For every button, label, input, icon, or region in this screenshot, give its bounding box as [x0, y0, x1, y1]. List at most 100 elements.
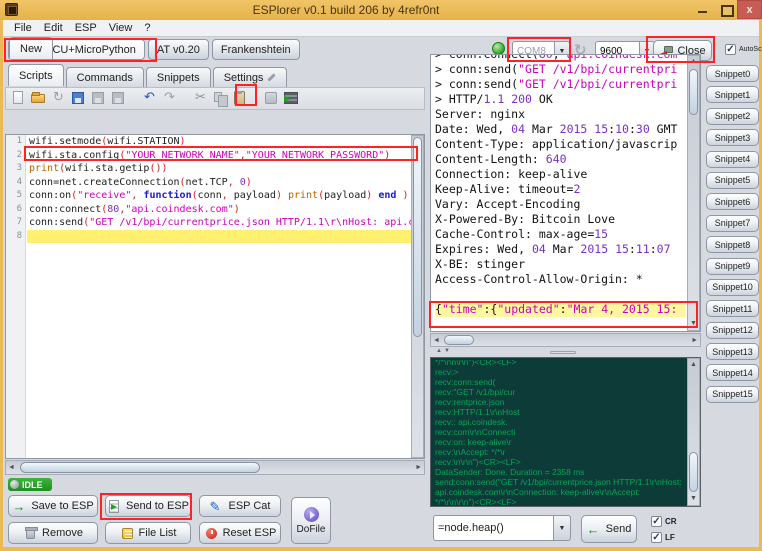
snippet-button-14[interactable]: Snippet14: [706, 364, 759, 381]
snippet-button-0[interactable]: Snippet0: [706, 65, 759, 82]
save-as-icon[interactable]: [90, 90, 107, 107]
left-tab-commands[interactable]: Commands: [66, 67, 144, 87]
undo-icon[interactable]: ↶: [141, 90, 158, 107]
cut-icon[interactable]: ✂: [192, 90, 209, 107]
editor-vertical-scrollbar[interactable]: [411, 135, 424, 458]
close-window-button[interactable]: [737, 0, 762, 19]
new-file-icon[interactable]: [10, 90, 27, 107]
upload-icon[interactable]: [263, 90, 280, 107]
log-line: recv:conn:send(: [435, 377, 686, 387]
editor-file-tab[interactable]: New: [9, 37, 53, 59]
code-line-1: wifi.setmode(wifi.STATION): [27, 135, 411, 149]
remove-button[interactable]: Remove: [8, 522, 98, 544]
log-line: send:conn:send("GET /v1/bpi/currentprice…: [435, 477, 686, 487]
dofile-label: DoFile: [297, 524, 326, 535]
snippet-button-15[interactable]: Snippet15: [706, 386, 759, 403]
menu-item-edit[interactable]: Edit: [39, 21, 68, 35]
redo-icon[interactable]: ↷: [161, 90, 178, 107]
menu-item-file[interactable]: File: [9, 21, 37, 35]
left-tab-snippets[interactable]: Snippets: [146, 67, 211, 87]
scroll-icon: [107, 499, 122, 514]
snippet-button-2[interactable]: Snippet2: [706, 108, 759, 125]
snippet-button-3[interactable]: Snippet3: [706, 129, 759, 146]
save-all-icon[interactable]: [110, 90, 127, 107]
save-icon[interactable]: [70, 90, 87, 107]
send-command-button[interactable]: ← Send: [581, 515, 637, 543]
minimize-button[interactable]: [692, 0, 714, 19]
snippet-button-5[interactable]: Snippet5: [706, 172, 759, 189]
snippet-button-column: Snippet0 Snippet1 Snippet2 Snippet3 Snippet4…: [706, 65, 762, 407]
file-list-button[interactable]: File List: [105, 522, 191, 544]
line-number: 4: [6, 176, 25, 190]
menu-item-[interactable]: ?: [139, 21, 155, 35]
splitter-arrows-icon[interactable]: ▲▼: [436, 348, 452, 354]
left-tab-settings[interactable]: Settings: [213, 67, 288, 87]
send-to-esp-icon[interactable]: [283, 90, 300, 107]
editor-horizontal-scrollbar[interactable]: ◄ ►: [5, 460, 425, 475]
menu-item-esp[interactable]: ESP: [70, 21, 102, 35]
debug-log[interactable]: */*\r\n\r\n")<CR><LF>recv:>recv:conn:sen…: [430, 357, 701, 507]
terminal-line: > conn:send("GET /v1/bpi/currentpri: [435, 62, 686, 77]
snippet-button-13[interactable]: Snippet13: [706, 343, 759, 360]
terminal-horizontal-scrollbar[interactable]: ◄ ►: [430, 333, 701, 347]
terminal-vertical-scrollbar[interactable]: ▲ ▼: [687, 55, 700, 331]
open-file-icon[interactable]: [30, 90, 47, 107]
log-line: recv:on: keep-alive\r: [435, 437, 686, 447]
reset-esp-button[interactable]: Reset ESP: [199, 522, 281, 544]
terminal-line: X-BE: stinger: [435, 257, 686, 272]
cr-label: CR: [665, 517, 677, 526]
terminal-line: Server: nginx: [435, 107, 686, 122]
copy-icon[interactable]: [212, 90, 229, 107]
cr-checkbox[interactable]: ✓: [651, 516, 662, 527]
status-badge: IDLE: [8, 478, 52, 491]
maximize-button[interactable]: [715, 0, 737, 19]
log-line: recv:\nAccept: */*\r: [435, 447, 686, 457]
paste-icon[interactable]: [232, 90, 249, 107]
main-tab-2[interactable]: Frankenshtein: [212, 39, 300, 60]
status-led-icon: [10, 480, 19, 489]
left-tab-scripts[interactable]: Scripts: [8, 64, 64, 86]
terminal-line: Cache-Control: max-age=15: [435, 227, 686, 242]
code-line-6: conn:connect(80,"api.coindesk.com"): [27, 203, 411, 217]
reload-icon[interactable]: ↻: [50, 90, 67, 107]
command-combo: ▼: [433, 515, 571, 541]
panel-splitter[interactable]: ▲▼: [430, 348, 701, 357]
snippet-button-12[interactable]: Snippet12: [706, 322, 759, 339]
esp-cat-label: ESP Cat: [229, 500, 271, 512]
code-line-8: [27, 230, 411, 244]
code-line-7: conn:send("GET /v1/bpi/currentprice.json…: [27, 216, 411, 230]
menu-item-view[interactable]: View: [104, 21, 138, 35]
esp-cat-button[interactable]: ✎ ESP Cat: [199, 495, 281, 517]
snippet-button-7[interactable]: Snippet7: [706, 215, 759, 232]
code-line-2: wifi.sta.config("YOUR_NETWORK_NAME","YOU…: [27, 149, 411, 163]
snippet-button-11[interactable]: Snippet11: [706, 300, 759, 317]
command-input[interactable]: [433, 515, 553, 541]
send-to-esp-button[interactable]: Send to ESP: [105, 495, 191, 517]
lf-checkbox[interactable]: ✓: [651, 532, 662, 543]
dofile-button[interactable]: DoFile: [291, 497, 331, 544]
main-tab-1[interactable]: AT v0.20: [148, 39, 209, 60]
serial-terminal[interactable]: > conn:connect(80,"api.coindesk.com")> c…: [430, 54, 701, 332]
save-to-esp-button[interactable]: → Save to ESP: [8, 495, 98, 517]
terminal-line: Content-Type: application/javascrip: [435, 137, 686, 152]
splitter-grip[interactable]: [550, 351, 576, 354]
snippet-button-9[interactable]: Snippet9: [706, 258, 759, 275]
main-surface: NodeMCU+MicroPythonAT v0.20Frankenshtein…: [3, 37, 759, 547]
save-to-esp-label: Save to ESP: [31, 500, 93, 512]
log-line: recv:\n\r\n")<CR><LF>: [435, 457, 686, 467]
code-editor[interactable]: 12345678 wifi.setmode(wifi.STATION)wifi.…: [5, 134, 425, 459]
log-vertical-scrollbar[interactable]: ▲ ▼: [687, 358, 700, 506]
snippet-button-6[interactable]: Snippet6: [706, 193, 759, 210]
snippet-button-4[interactable]: Snippet4: [706, 151, 759, 168]
code-area[interactable]: wifi.setmode(wifi.STATION)wifi.sta.confi…: [27, 135, 411, 458]
terminal-line: Content-Length: 640: [435, 152, 686, 167]
snippet-button-10[interactable]: Snippet10: [706, 279, 759, 296]
line-number: 2: [6, 149, 25, 163]
autoscroll-checkbox[interactable]: ✓: [725, 44, 736, 55]
snippet-button-8[interactable]: Snippet8: [706, 236, 759, 253]
chevron-down-icon[interactable]: ▼: [553, 515, 571, 541]
line-number: 3: [6, 162, 25, 176]
snippet-button-1[interactable]: Snippet1: [706, 86, 759, 103]
editor-toolbar: ↻ ↶ ↷ ✂: [5, 87, 425, 110]
remove-label: Remove: [42, 527, 83, 539]
